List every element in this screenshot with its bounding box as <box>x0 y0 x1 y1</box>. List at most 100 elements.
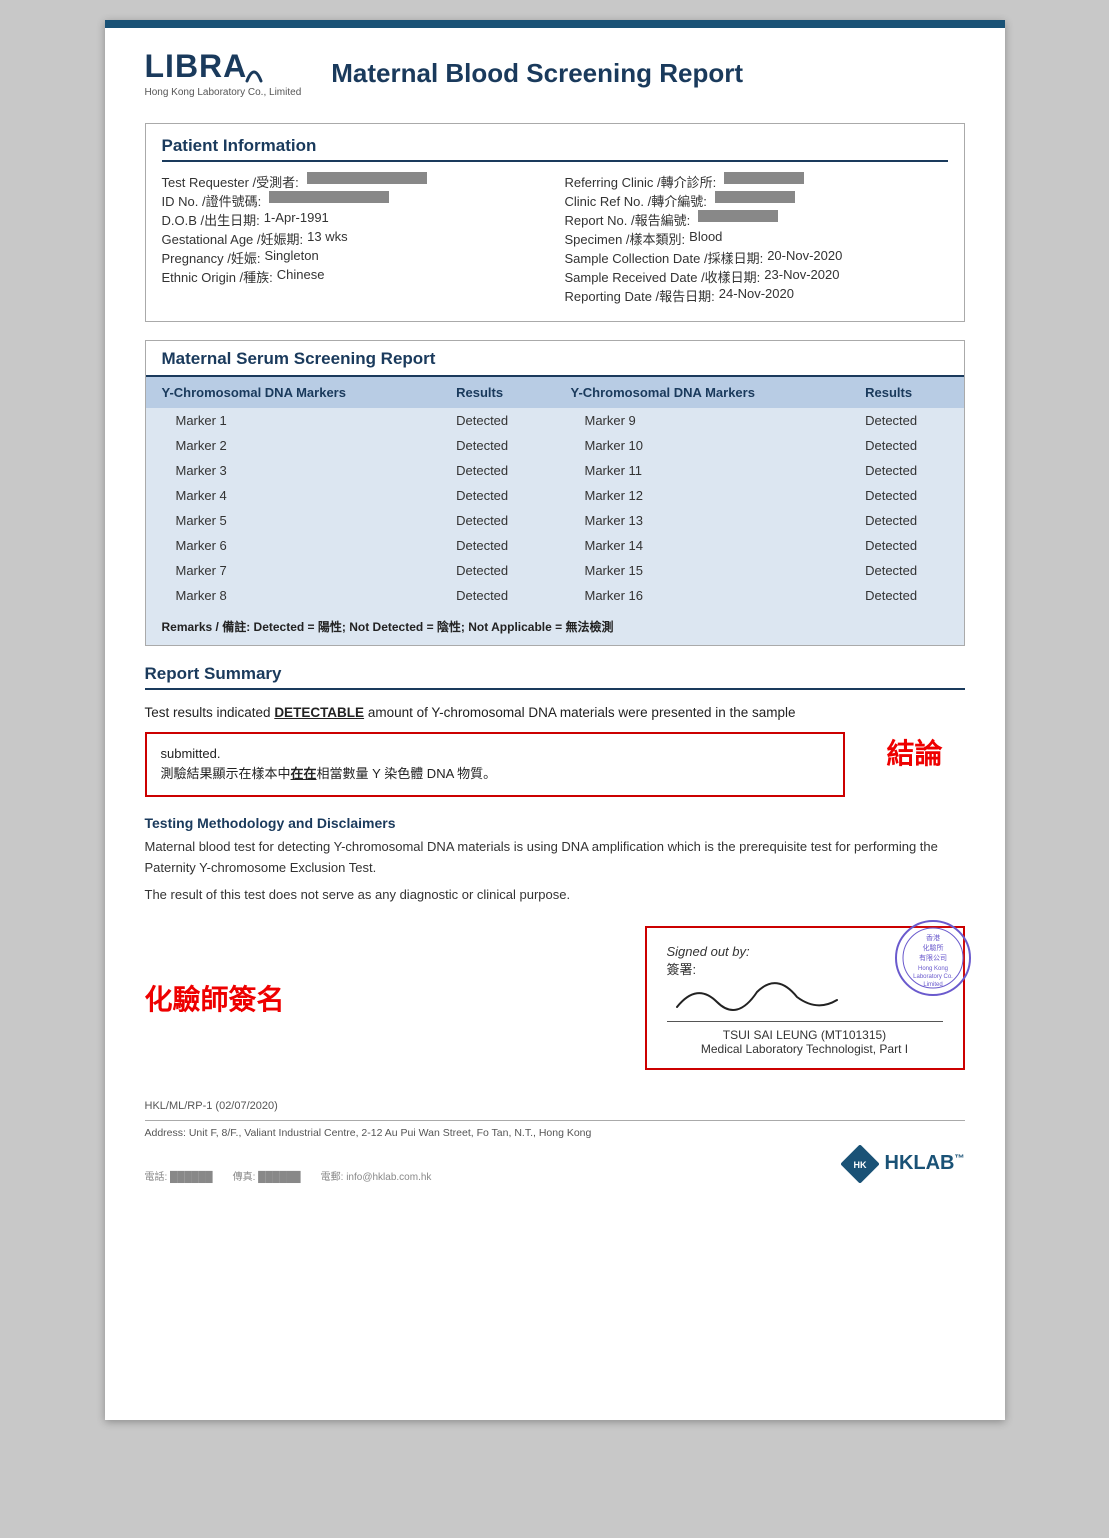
col2-header: Results <box>440 377 554 408</box>
summary-submitted: submitted. <box>161 746 221 761</box>
signature-row: 化驗師簽名 香港 化驗所 有限公司 Hong Kong Laboratory C… <box>145 926 965 1070</box>
summary-chinese: 測驗結果顯示在樣本中在在相當數量 Y 染色體 DNA 物質。 <box>161 766 497 781</box>
patient-section-header: Patient Information <box>162 136 948 162</box>
clinic-ref-redacted <box>715 191 795 203</box>
left-marker-result: Detected <box>440 408 554 433</box>
logo-arc-letter: A <box>223 48 263 85</box>
right-marker-name: Marker 11 <box>554 458 849 483</box>
left-marker-name: Marker 3 <box>146 458 441 483</box>
patient-row-id: ID No. /證件號碼: <box>162 191 545 210</box>
left-marker-name: Marker 2 <box>146 433 441 458</box>
footer-email: 電郵: info@hklab.com.hk <box>321 1168 432 1183</box>
patient-row-received: Sample Received Date /收樣日期: 23-Nov-2020 <box>565 267 948 286</box>
patient-row-pregnancy: Pregnancy /妊娠: Singleton <box>162 248 545 267</box>
table-row: Marker 8 Detected Marker 16 Detected <box>146 583 964 608</box>
col1-header: Y-Chromosomal DNA Markers <box>146 377 441 408</box>
patient-row-gestational: Gestational Age /妊娠期: 13 wks <box>162 229 545 248</box>
svg-text:有限公司: 有限公司 <box>919 953 947 962</box>
summary-text-line1: Test results indicated DETECTABLE amount… <box>145 702 965 724</box>
serum-table: Y-Chromosomal DNA Markers Results Y-Chro… <box>146 377 964 608</box>
footer-logo-row: 電話: ██████ 傳真: ██████ 電郵: info@hklab.com… <box>145 1145 965 1183</box>
top-bar <box>105 20 1005 28</box>
patient-row-dob: D.O.B /出生日期: 1-Apr-1991 <box>162 210 545 229</box>
patient-row-specimen: Specimen /樣本類別: Blood <box>565 229 948 248</box>
right-marker-result: Detected <box>849 533 963 558</box>
signature-line <box>667 982 943 1022</box>
report-summary-section: Report Summary Test results indicated DE… <box>145 664 965 797</box>
signee-name: TSUI SAI LEUNG (MT101315) <box>667 1028 943 1042</box>
left-marker-name: Marker 1 <box>146 408 441 433</box>
footer-contacts: 電話: ██████ 傳真: ██████ 電郵: info@hklab.com… <box>145 1168 432 1183</box>
right-marker-name: Marker 12 <box>554 483 849 508</box>
footer-tel: 電話: ██████ <box>145 1168 213 1183</box>
left-marker-name: Marker 8 <box>146 583 441 608</box>
col3-header: Y-Chromosomal DNA Markers <box>554 377 849 408</box>
chinese-underline: 在在 <box>291 766 317 781</box>
patient-info-grid: Test Requester /受測者: ID No. /證件號碼: D.O.B… <box>162 172 948 305</box>
summary-box-row: submitted. 測驗結果顯示在樣本中在在相當數量 Y 染色體 DNA 物質… <box>145 732 965 798</box>
left-marker-name: Marker 5 <box>146 508 441 533</box>
summary-box: submitted. 測驗結果顯示在樣本中在在相當數量 Y 染色體 DNA 物質… <box>145 732 845 798</box>
signature-svg <box>667 972 867 1017</box>
patient-left-col: Test Requester /受測者: ID No. /證件號碼: D.O.B… <box>162 172 545 305</box>
right-marker-name: Marker 14 <box>554 533 849 558</box>
col4-header: Results <box>849 377 963 408</box>
table-row: Marker 5 Detected Marker 13 Detected <box>146 508 964 533</box>
chemist-label: 化驗師簽名 <box>145 978 615 1018</box>
footer-fax: 傳真: ██████ <box>233 1168 301 1183</box>
logo-text: LIBR A <box>145 48 302 85</box>
hklab-logo: HK HKLAB™ <box>841 1145 965 1183</box>
left-marker-result: Detected <box>440 583 554 608</box>
right-marker-name: Marker 15 <box>554 558 849 583</box>
right-marker-name: Marker 16 <box>554 583 849 608</box>
patient-row-clinic-ref: Clinic Ref No. /轉介編號: <box>565 191 948 210</box>
left-marker-result: Detected <box>440 508 554 533</box>
patient-row-report-no: Report No. /報告編號: <box>565 210 948 229</box>
table-row: Marker 7 Detected Marker 15 Detected <box>146 558 964 583</box>
summary-text-after: amount of Y-chromosomal DNA materials we… <box>364 705 795 720</box>
patient-row-ethnic: Ethnic Origin /種族: Chinese <box>162 267 545 286</box>
methodology-section: Testing Methodology and Disclaimers Mate… <box>145 815 965 905</box>
right-marker-result: Detected <box>849 558 963 583</box>
left-marker-result: Detected <box>440 558 554 583</box>
serum-section-header: Maternal Serum Screening Report <box>146 341 964 377</box>
table-row: Marker 6 Detected Marker 14 Detected <box>146 533 964 558</box>
left-marker-result: Detected <box>440 483 554 508</box>
report-no-redacted <box>698 210 778 222</box>
right-marker-result: Detected <box>849 408 963 433</box>
patient-section: Patient Information Test Requester /受測者:… <box>145 123 965 322</box>
svg-text:Hong Kong: Hong Kong <box>917 966 947 972</box>
hklab-diamond-svg: HK <box>841 1145 879 1183</box>
footer-ref: HKL/ML/RP-1 (02/07/2020) <box>145 1100 965 1112</box>
serum-remarks: Remarks / 備註: Detected = 陽性; Not Detecte… <box>146 608 964 645</box>
left-marker-name: Marker 7 <box>146 558 441 583</box>
requester-redacted <box>307 172 427 184</box>
signee-title: Medical Laboratory Technologist, Part I <box>667 1042 943 1056</box>
right-marker-name: Marker 9 <box>554 408 849 433</box>
logo-arc-svg <box>245 63 263 83</box>
methodology-text1: Maternal blood test for detecting Y-chro… <box>145 837 965 879</box>
table-row: Marker 4 Detected Marker 12 Detected <box>146 483 964 508</box>
svg-text:香港: 香港 <box>926 933 940 942</box>
left-marker-result: Detected <box>440 533 554 558</box>
left-marker-result: Detected <box>440 458 554 483</box>
methodology-text2: The result of this test does not serve a… <box>145 885 965 906</box>
logo-area: LIBR A Hong Kong Laboratory Co., Limited <box>145 48 302 98</box>
right-marker-name: Marker 13 <box>554 508 849 533</box>
footer-divider <box>145 1120 965 1121</box>
main-page: LIBR A Hong Kong Laboratory Co., Limited… <box>105 20 1005 1420</box>
header: LIBR A Hong Kong Laboratory Co., Limited… <box>145 48 965 98</box>
clinic-redacted <box>724 172 804 184</box>
patient-row-clinic: Referring Clinic /轉介診所: <box>565 172 948 191</box>
patient-row-reporting: Reporting Date /報告日期: 24-Nov-2020 <box>565 286 948 305</box>
svg-text:化驗所: 化驗所 <box>922 943 943 952</box>
right-marker-result: Detected <box>849 433 963 458</box>
left-marker-name: Marker 4 <box>146 483 441 508</box>
serum-section: Maternal Serum Screening Report Y-Chromo… <box>145 340 965 646</box>
svg-text:HK: HK <box>853 1160 866 1170</box>
conclusion-label: 結論 <box>886 732 942 772</box>
table-row: Marker 3 Detected Marker 11 Detected <box>146 458 964 483</box>
report-title: Maternal Blood Screening Report <box>331 58 743 89</box>
serum-table-container: Y-Chromosomal DNA Markers Results Y-Chro… <box>146 377 964 645</box>
right-marker-result: Detected <box>849 508 963 533</box>
